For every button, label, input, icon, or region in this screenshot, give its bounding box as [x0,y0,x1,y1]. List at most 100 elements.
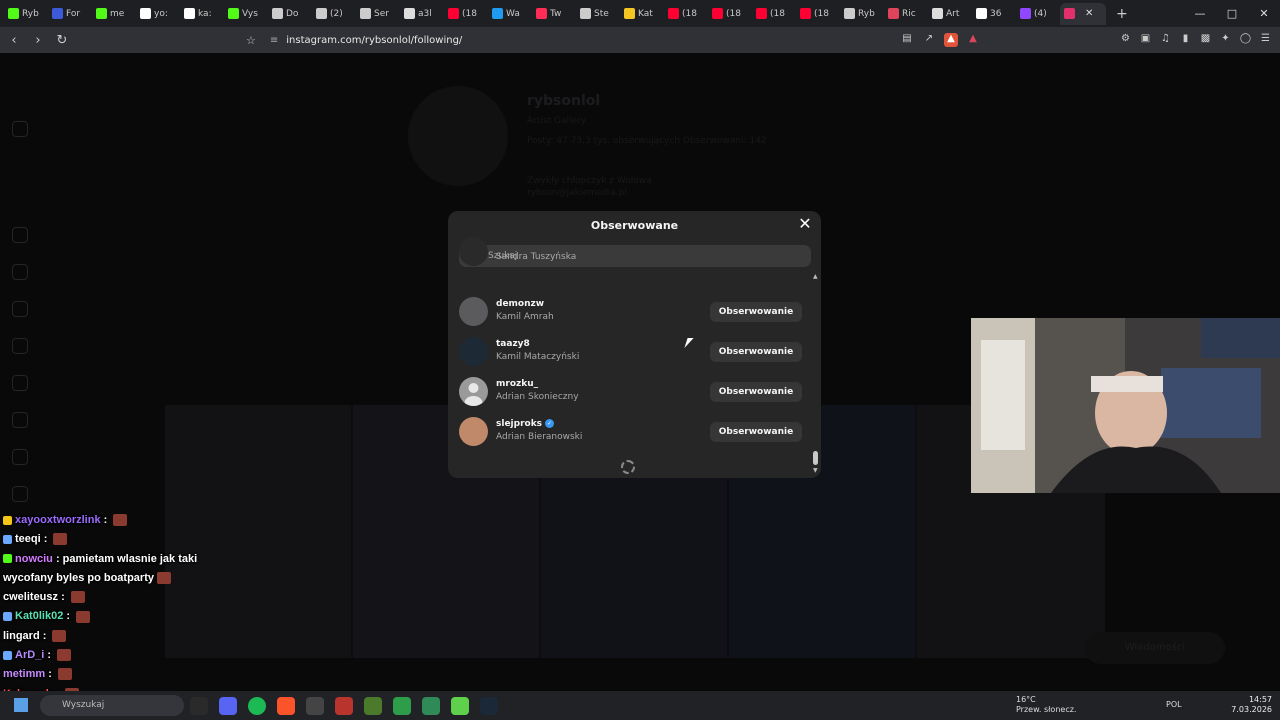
browser-tab[interactable]: (18 [444,3,488,25]
app-icon[interactable] [335,697,353,715]
username[interactable]: mrozku_ [496,379,538,389]
obs-icon[interactable] [306,697,324,715]
browser-tab[interactable]: Ryb [840,3,884,25]
scroll-down-icon[interactable]: ▼ [813,467,818,474]
app-icon[interactable] [364,697,382,715]
url-text[interactable]: instagram.com/rybsonlol/following/ [286,35,462,46]
username[interactable]: demonzw [496,299,544,309]
following-button[interactable]: Obserwowanie [710,422,802,442]
chat-username[interactable]: xayooxtworzlink [15,514,101,526]
following-button[interactable]: Obserwowanie [710,302,802,322]
scrollbar[interactable]: ▲ ▼ [813,273,819,474]
minimize-icon[interactable]: — [1184,7,1216,20]
wallet-icon[interactable]: ▩ [1199,33,1212,46]
following-button[interactable]: Obserwowanie [710,342,802,362]
extensions-icon[interactable]: ⚙ [1119,33,1132,46]
bookmark-icon[interactable]: ☆ [246,34,256,47]
chat-username[interactable]: cweliteusz [3,591,58,603]
browser-tab[interactable]: (18 [664,3,708,25]
browser-tab[interactable]: ✕ [1060,2,1106,25]
vpn-icon[interactable]: ◯ [1239,33,1252,46]
chat-message: Kat0lik02 : [0,607,300,626]
browser-tab[interactable]: Tw [532,3,576,25]
browser-tab[interactable]: ka: [180,3,224,25]
chat-username[interactable]: teeqi [15,533,41,545]
steam-icon[interactable] [480,697,498,715]
media-icon[interactable]: ♫ [1159,33,1172,46]
browser-tab[interactable]: a3l [400,3,444,25]
chat-username[interactable]: metimm [3,668,45,680]
close-window-icon[interactable]: ✕ [1248,7,1280,20]
chat-username[interactable]: nowciu [15,553,53,565]
avatar[interactable] [459,297,488,326]
browser-tab[interactable]: Do [268,3,312,25]
browser-tab[interactable]: Art [928,3,972,25]
minecraft-icon[interactable] [451,697,469,715]
browser-tab[interactable]: (18 [796,3,840,25]
avatar[interactable] [459,337,488,366]
taskbar-search[interactable]: Wyszukaj [40,695,184,716]
brave-shield-icon[interactable]: ▲ [944,33,958,47]
discord-icon[interactable] [219,697,237,715]
back-icon[interactable]: ‹ [4,33,24,48]
spotify-icon[interactable] [248,697,266,715]
list-item[interactable]: slejproks ✓ Adrian Bieranowski Obserwowanie [448,411,813,451]
chat-message: teeqi : [0,530,300,549]
browser-tab[interactable]: Kat [620,3,664,25]
language-indicator[interactable]: POL [1166,700,1182,709]
chat-emote-icon [57,668,72,681]
chat-username[interactable]: Kat0lik02 [15,610,63,622]
forward-icon[interactable]: › [28,33,48,48]
browser-tab[interactable]: Wa [488,3,532,25]
chat-badge-icon [3,554,12,564]
list-item[interactable]: taazy8 Kamil Mataczyński Obserwowanie [448,331,813,371]
browser-tab[interactable]: (4) [1016,3,1060,25]
chat-emote-icon [52,629,67,642]
tab-close-icon[interactable]: ✕ [1085,8,1093,19]
app-icon[interactable] [190,697,208,715]
chat-username[interactable]: ArD_i [15,649,44,661]
username[interactable]: slejproks ✓ [496,419,555,429]
browser-tab[interactable]: For [48,3,92,25]
avatar[interactable] [459,417,488,446]
browser-tab[interactable]: me [92,3,136,25]
brave-icon[interactable] [277,697,295,715]
address-bar[interactable]: ☆ ≡ instagram.com/rybsonlol/following/ [246,30,990,50]
sidebar-icon[interactable]: ▮ [1179,33,1192,46]
browser-tab[interactable]: Ser [356,3,400,25]
browser-tab[interactable]: 36 [972,3,1016,25]
scrollbar-thumb[interactable] [813,451,818,465]
browser-tab[interactable]: yo: [136,3,180,25]
following-button[interactable]: Obserwowanie [710,382,802,402]
rewards-icon[interactable]: ▲ [966,33,980,47]
app-icon[interactable] [422,697,440,715]
username[interactable]: taazy8 [496,339,530,349]
weather-widget[interactable]: 16°C Przew. słonecz. [994,695,1076,715]
browser-tab[interactable]: Ric [884,3,928,25]
menu-icon[interactable]: ☰ [1259,33,1272,46]
list-item[interactable]: mrozku_ Adrian Skonieczny Obserwowanie [448,371,813,411]
browser-tab[interactable]: Ste [576,3,620,25]
browser-tab[interactable]: (18 [708,3,752,25]
cast-icon[interactable]: ▤ [900,33,914,47]
browser-tab[interactable]: Ryb [4,3,48,25]
list-item-partial[interactable]: Sandra Tuszyńska [448,237,813,271]
clock[interactable]: 14:57 7.03.2026 [1231,695,1272,715]
avatar[interactable] [459,377,488,406]
close-icon[interactable]: ✕ [797,216,813,232]
browser-tab[interactable]: (18 [752,3,796,25]
maximize-icon[interactable]: □ [1216,7,1248,20]
app-icon[interactable] [393,697,411,715]
browser-tab[interactable]: Vys [224,3,268,25]
scroll-up-icon[interactable]: ▲ [813,273,818,280]
browser-tab[interactable]: (2) [312,3,356,25]
screenshot-icon[interactable]: ▣ [1139,33,1152,46]
leo-icon[interactable]: ✦ [1219,33,1232,46]
chat-username[interactable]: lingard [3,630,40,642]
list-item[interactable]: demonzw Kamil Amrah Obserwowanie [448,291,813,331]
windows-start-icon[interactable] [14,698,28,712]
site-info-icon[interactable]: ≡ [270,35,278,46]
new-tab-button[interactable]: + [1116,6,1128,22]
reload-icon[interactable]: ↻ [52,33,72,48]
share-icon[interactable]: ↗ [922,33,936,47]
